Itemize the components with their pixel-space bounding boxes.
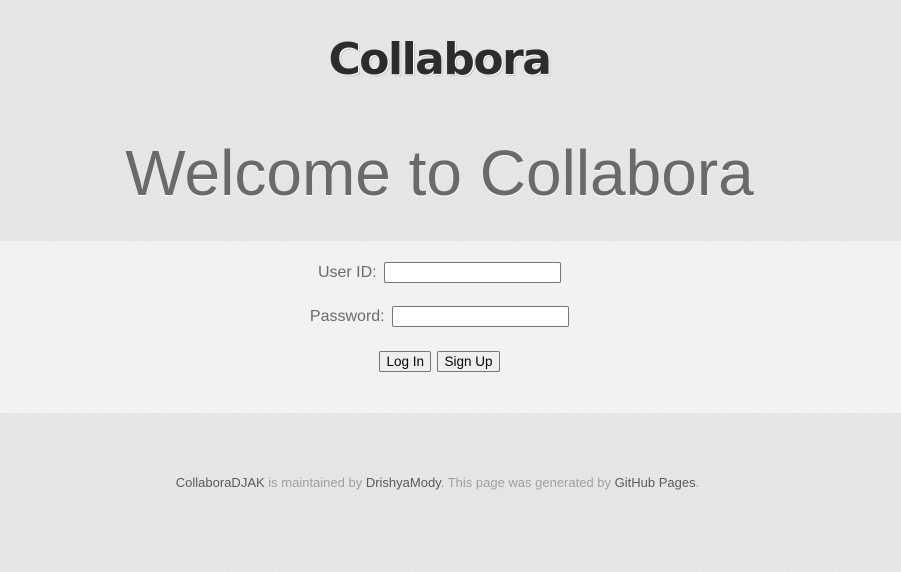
- button-row: Log In Sign Up: [0, 351, 879, 372]
- welcome-heading: Welcome to Collabora: [125, 137, 754, 209]
- page-header: Collabora Welcome to Collabora: [0, 0, 901, 241]
- github-pages-link[interactable]: GitHub Pages: [615, 475, 696, 490]
- project-link[interactable]: CollaboraDJAK: [176, 475, 265, 490]
- site-logo: Collabora: [328, 34, 553, 85]
- password-row: Password:: [0, 306, 879, 327]
- author-link[interactable]: DrishyaMody: [366, 475, 441, 490]
- signup-button[interactable]: Sign Up: [437, 351, 500, 372]
- user-id-row: User ID:: [0, 262, 879, 283]
- login-button[interactable]: Log In: [379, 351, 432, 372]
- footer-text-2: . This page was generated by: [440, 475, 615, 490]
- user-id-label: User ID:: [317, 263, 377, 281]
- footer-text-1: is maintained by: [264, 475, 366, 490]
- footer-credits: CollaboraDJAK is maintained by DrishyaMo…: [0, 475, 875, 490]
- footer-text-3: .: [695, 475, 700, 490]
- password-label: Password:: [309, 307, 385, 325]
- page-footer: CollaboraDJAK is maintained by DrishyaMo…: [0, 413, 901, 572]
- password-input[interactable]: [392, 306, 570, 327]
- user-id-input[interactable]: [384, 262, 562, 283]
- login-form: User ID: Password: Log In Sign Up: [0, 241, 901, 413]
